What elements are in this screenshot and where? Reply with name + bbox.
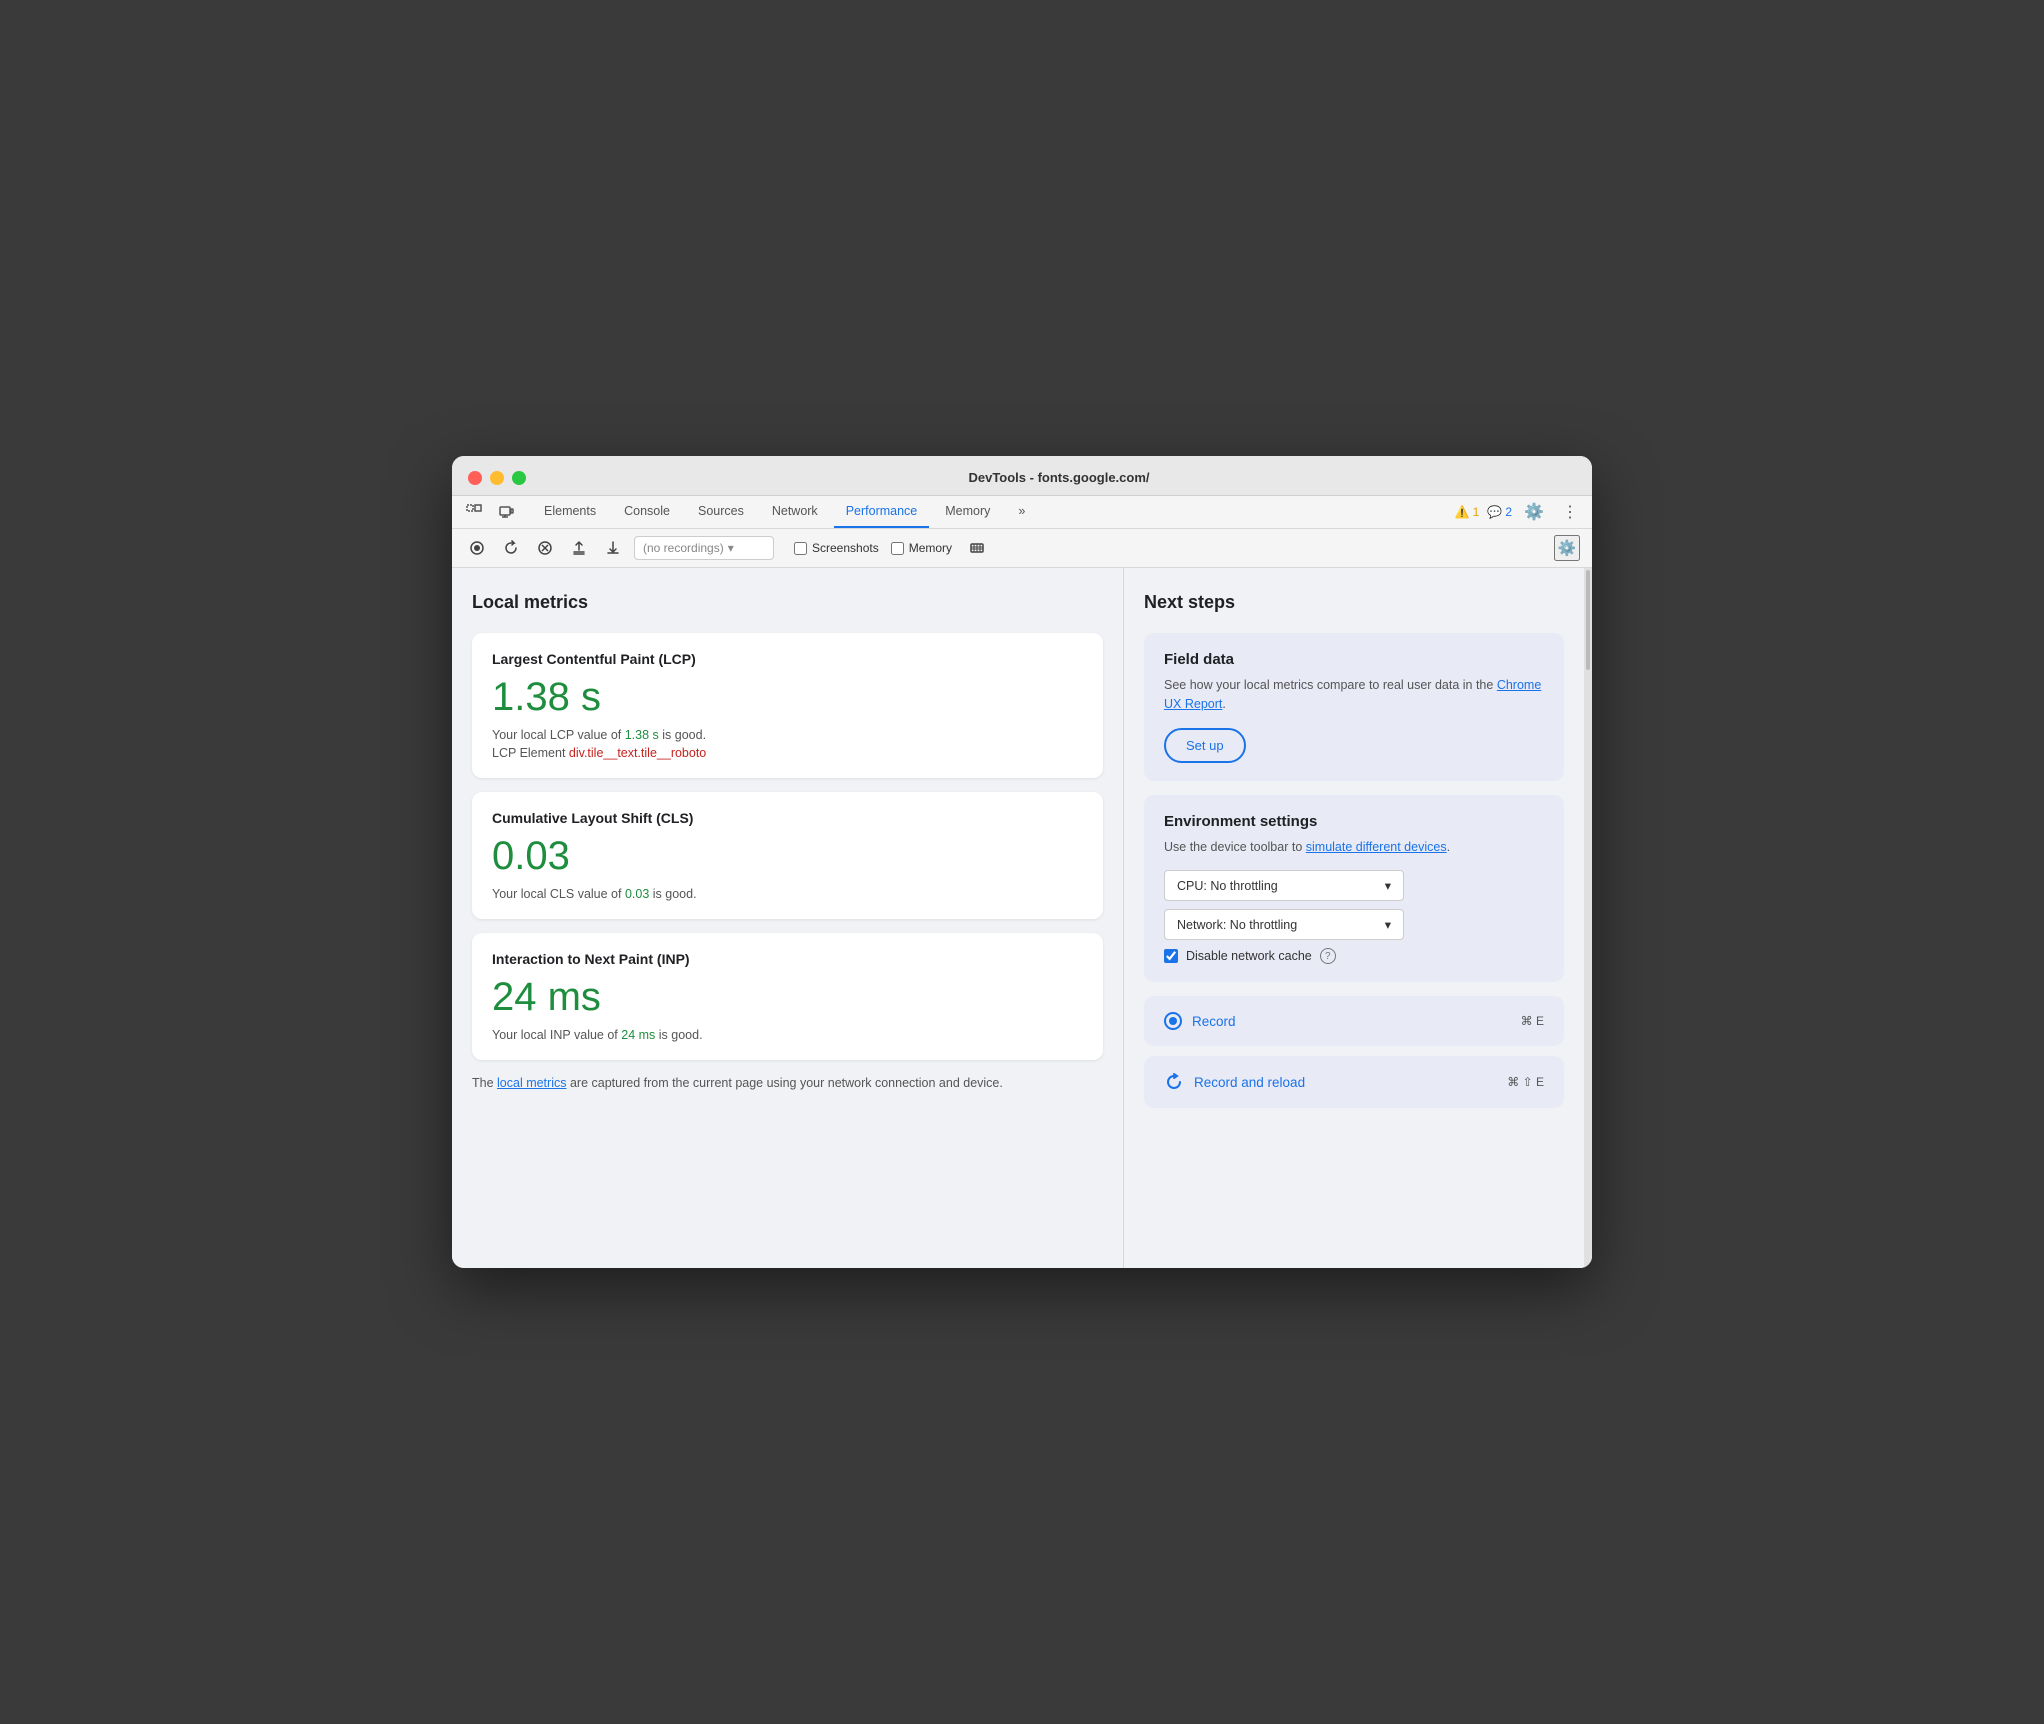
tab-icon-group xyxy=(460,498,520,526)
env-settings-title: Environment settings xyxy=(1164,813,1544,830)
network-throttling-dropdown[interactable]: Network: No throttling ▾ xyxy=(1164,909,1404,940)
download-button[interactable] xyxy=(600,535,626,561)
screenshots-checkbox[interactable]: Screenshots xyxy=(794,541,879,555)
clear-button[interactable] xyxy=(532,535,558,561)
more-options-icon[interactable]: ⋮ xyxy=(1556,498,1584,526)
footer-text: The local metrics are captured from the … xyxy=(472,1074,1103,1093)
record-reload-action-left: Record and reload xyxy=(1164,1072,1305,1092)
title-bar: DevTools - fonts.google.com/ xyxy=(452,456,1592,496)
disable-cache-checkbox[interactable] xyxy=(1164,949,1178,963)
lcp-element-link[interactable]: div.tile__text.tile__roboto xyxy=(569,746,706,760)
record-reload-card[interactable]: Record and reload ⌘ ⇧ E xyxy=(1144,1056,1564,1108)
cls-card: Cumulative Layout Shift (CLS) 0.03 Your … xyxy=(472,792,1103,919)
record-button[interactable] xyxy=(464,535,490,561)
main-content: Local metrics Largest Contentful Paint (… xyxy=(452,568,1592,1268)
tab-sources[interactable]: Sources xyxy=(686,496,756,528)
tab-memory[interactable]: Memory xyxy=(933,496,1002,528)
inp-value: 24 ms xyxy=(492,975,1083,1020)
performance-settings-icon[interactable]: ⚙️ xyxy=(1554,535,1580,561)
tab-elements[interactable]: Elements xyxy=(532,496,608,528)
inspect-icon[interactable] xyxy=(460,498,488,526)
toolbar: (no recordings) ▾ Screenshots Memory xyxy=(452,529,1592,568)
close-button[interactable] xyxy=(468,471,482,485)
minimize-button[interactable] xyxy=(490,471,504,485)
upload-button[interactable] xyxy=(566,535,592,561)
chevron-down-icon: ▾ xyxy=(728,541,734,555)
recordings-dropdown[interactable]: (no recordings) ▾ xyxy=(634,536,774,560)
chevron-down-icon: ▾ xyxy=(1385,917,1391,932)
disable-cache-label: Disable network cache xyxy=(1186,949,1312,963)
setup-button[interactable]: Set up xyxy=(1164,728,1246,763)
record-reload-label: Record and reload xyxy=(1194,1075,1305,1090)
field-data-title: Field data xyxy=(1164,651,1544,668)
record-shortcut: ⌘ E xyxy=(1521,1014,1544,1028)
local-metrics-title: Local metrics xyxy=(472,592,1103,613)
lcp-element: LCP Element div.tile__text.tile__roboto xyxy=(492,746,1083,760)
field-data-card: Field data See how your local metrics co… xyxy=(1144,633,1564,781)
simulate-devices-link[interactable]: simulate different devices xyxy=(1306,840,1447,854)
cls-value: 0.03 xyxy=(492,834,1083,879)
local-metrics-link[interactable]: local metrics xyxy=(497,1076,566,1090)
disable-cache-row: Disable network cache ? xyxy=(1164,948,1544,964)
record-circle-icon xyxy=(1164,1012,1182,1030)
window-title: DevTools - fonts.google.com/ xyxy=(542,470,1576,485)
tab-bar-right: ⚠️ 1 💬 2 ⚙️ ⋮ xyxy=(1455,498,1584,526)
record-card[interactable]: Record ⌘ E xyxy=(1144,996,1564,1046)
memory-checkbox[interactable]: Memory xyxy=(891,541,952,555)
field-data-desc: See how your local metrics compare to re… xyxy=(1164,676,1544,714)
env-settings-desc: Use the device toolbar to simulate diffe… xyxy=(1164,838,1544,857)
cls-desc: Your local CLS value of 0.03 is good. xyxy=(492,887,1083,901)
record-dot xyxy=(1169,1017,1177,1025)
reload-icon xyxy=(1164,1072,1184,1092)
tab-network[interactable]: Network xyxy=(760,496,830,528)
inp-desc: Your local INP value of 24 ms is good. xyxy=(492,1028,1083,1042)
lcp-value: 1.38 s xyxy=(492,675,1083,720)
devtools-window: DevTools - fonts.google.com/ Elements Co… xyxy=(452,456,1592,1268)
environment-settings-card: Environment settings Use the device tool… xyxy=(1144,795,1564,983)
tab-performance[interactable]: Performance xyxy=(834,496,930,528)
left-panel: Local metrics Largest Contentful Paint (… xyxy=(452,568,1124,1268)
maximize-button[interactable] xyxy=(512,471,526,485)
scrollbar[interactable] xyxy=(1584,568,1592,1268)
memory-icon[interactable] xyxy=(964,535,990,561)
lcp-card: Largest Contentful Paint (LCP) 1.38 s Yo… xyxy=(472,633,1103,778)
help-icon[interactable]: ? xyxy=(1320,948,1336,964)
comment-icon: 💬 xyxy=(1487,505,1502,519)
tab-more[interactable]: » xyxy=(1006,496,1037,528)
warning-badge[interactable]: ⚠️ 1 xyxy=(1455,505,1480,519)
inp-card: Interaction to Next Paint (INP) 24 ms Yo… xyxy=(472,933,1103,1060)
inp-name: Interaction to Next Paint (INP) xyxy=(492,951,1083,967)
traffic-lights xyxy=(468,471,526,485)
tab-bar: Elements Console Sources Network Perform… xyxy=(452,496,1592,529)
lcp-desc: Your local LCP value of 1.38 s is good. xyxy=(492,728,1083,742)
settings-icon[interactable]: ⚙️ xyxy=(1520,498,1548,526)
toolbar-options: Screenshots Memory xyxy=(794,535,990,561)
reload-button[interactable] xyxy=(498,535,524,561)
info-badge[interactable]: 💬 2 xyxy=(1487,505,1512,519)
cls-name: Cumulative Layout Shift (CLS) xyxy=(492,810,1083,826)
device-icon[interactable] xyxy=(492,498,520,526)
tab-console[interactable]: Console xyxy=(612,496,682,528)
lcp-name: Largest Contentful Paint (LCP) xyxy=(492,651,1083,667)
record-action-left: Record xyxy=(1164,1012,1236,1030)
right-panel: Next steps Field data See how your local… xyxy=(1124,568,1584,1268)
next-steps-title: Next steps xyxy=(1144,592,1564,613)
chevron-down-icon: ▾ xyxy=(1385,878,1391,893)
warning-icon: ⚠️ xyxy=(1455,505,1470,519)
cpu-throttling-dropdown[interactable]: CPU: No throttling ▾ xyxy=(1164,870,1404,901)
record-reload-shortcut: ⌘ ⇧ E xyxy=(1507,1075,1544,1089)
record-label: Record xyxy=(1192,1014,1236,1029)
